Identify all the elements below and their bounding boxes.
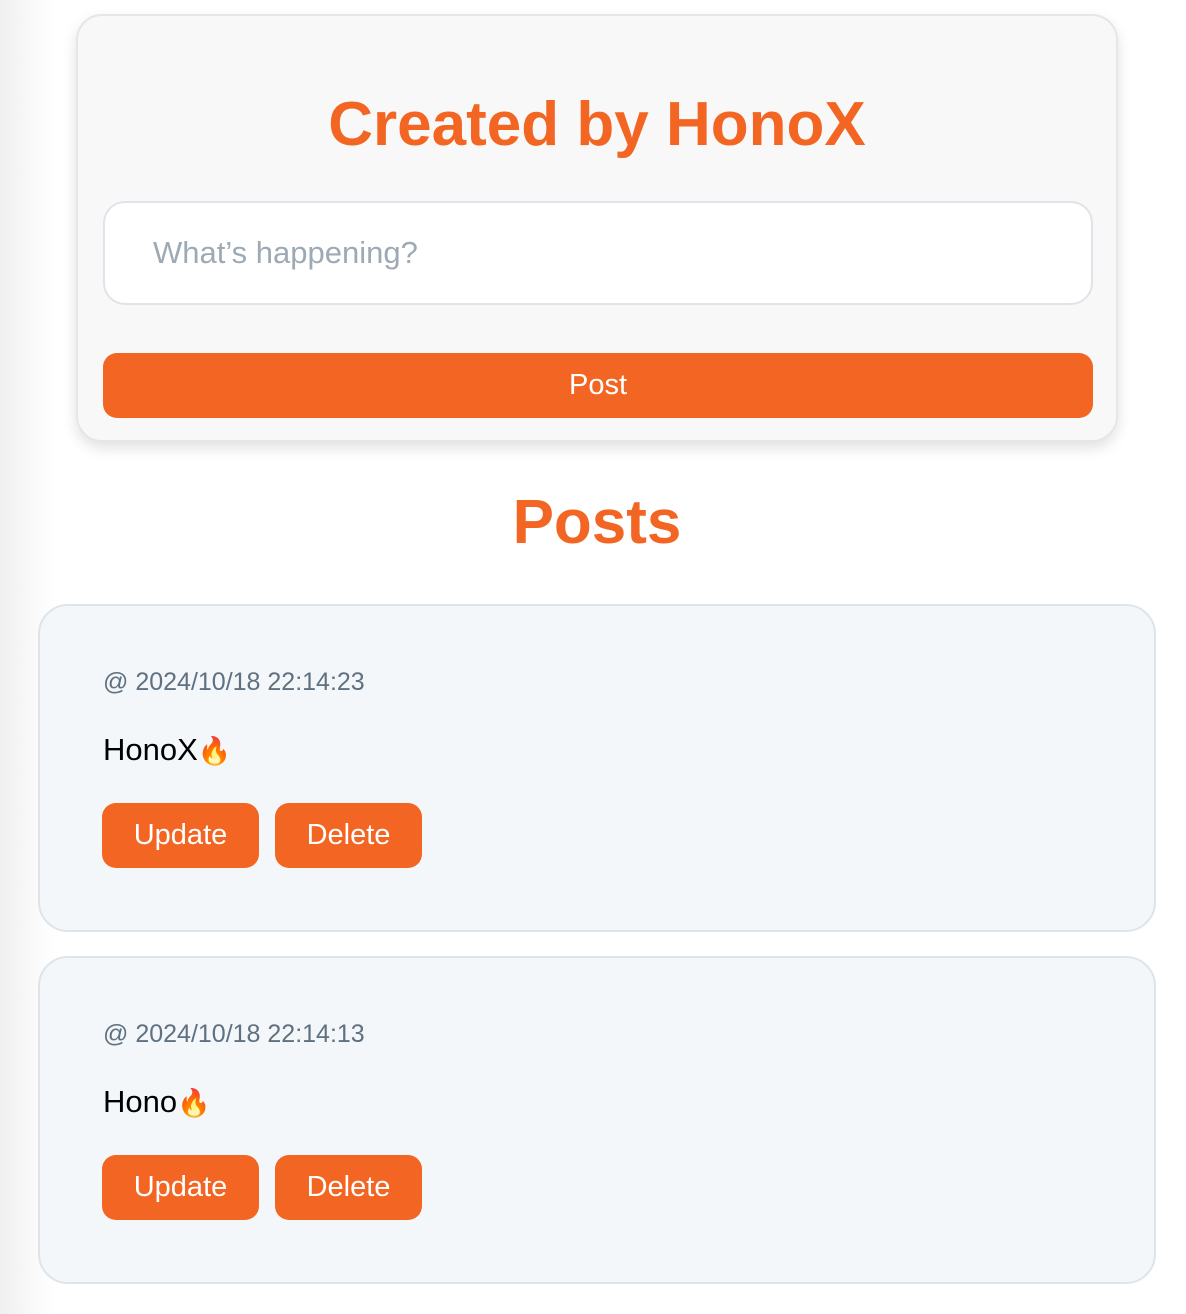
post-timestamp: @ 2024/10/18 22:14:23	[103, 668, 365, 696]
posts-heading: Posts	[512, 488, 682, 557]
post-text: Hono	[103, 1084, 178, 1119]
delete-button[interactable]: Delete	[275, 803, 422, 868]
fire-icon: 🔥	[197, 736, 232, 766]
update-button[interactable]: Update	[102, 803, 259, 868]
post-timestamp: @ 2024/10/18 22:14:13	[103, 1020, 365, 1048]
delete-button[interactable]: Delete	[275, 1155, 422, 1220]
fire-icon: 🔥	[177, 1088, 211, 1118]
page-title: Created by HonoX	[328, 90, 866, 159]
post-card: @ 2024/10/18 22:14:13 Hono🔥 Update Delet…	[38, 956, 1156, 1284]
post-content: Hono🔥	[103, 1086, 211, 1117]
post-composer: Created by HonoX Post	[76, 14, 1118, 442]
post-card: @ 2024/10/18 22:14:23 HonoX🔥 Update Dele…	[38, 604, 1156, 932]
update-button[interactable]: Update	[102, 1155, 259, 1220]
post-content: HonoX🔥	[103, 734, 231, 765]
post-text: HonoX	[103, 732, 198, 767]
post-input[interactable]	[103, 201, 1093, 305]
post-button[interactable]: Post	[103, 353, 1093, 418]
